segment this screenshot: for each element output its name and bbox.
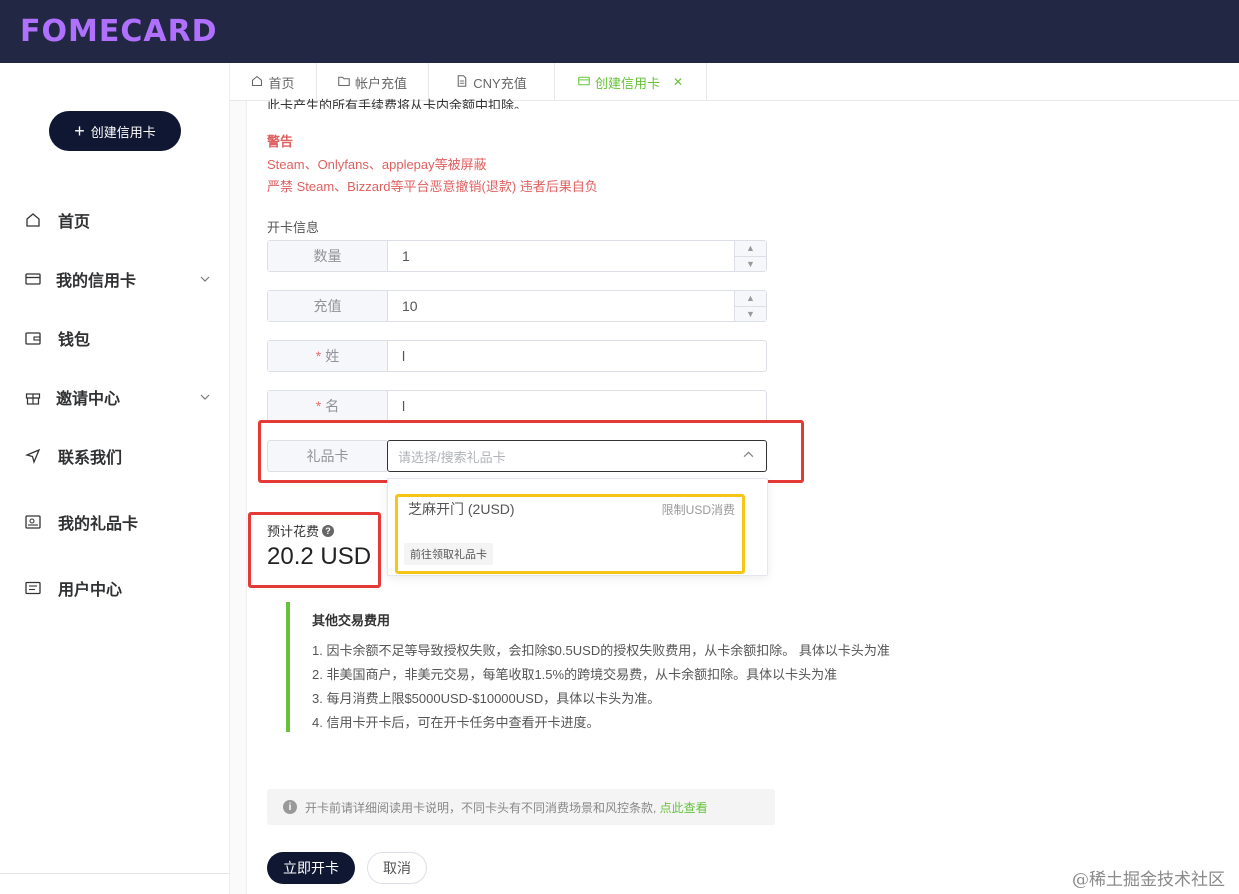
highlight-box bbox=[395, 494, 745, 574]
tab-label: 创建信用卡 bbox=[594, 75, 660, 91]
info-icon: i bbox=[283, 800, 297, 814]
field-label: * 名 bbox=[268, 391, 388, 421]
highlight-box bbox=[258, 420, 804, 483]
credit-card-icon bbox=[24, 270, 42, 288]
gift-card-icon bbox=[24, 513, 42, 531]
view-details-link[interactable]: 点此查看 bbox=[660, 801, 708, 815]
fee-title: 其他交易费用 bbox=[312, 613, 391, 628]
folder-icon bbox=[338, 75, 350, 90]
field-label: * 姓 bbox=[268, 341, 388, 371]
watermark: @稀土掘金技术社区 bbox=[1072, 870, 1225, 890]
warning-title: 警告 bbox=[267, 134, 294, 149]
recharge-stepper[interactable]: 充值 10 ▲ ▼ bbox=[267, 290, 767, 322]
fee-deduction-note: 此卡产生的所有手续费将从卡内余额中扣除。 bbox=[267, 98, 528, 109]
sidebar-item-label: 我的礼品卡 bbox=[58, 516, 139, 533]
sidebar-item-user-center[interactable]: 用户中心 bbox=[0, 568, 230, 608]
submit-button[interactable]: 立即开卡 bbox=[267, 852, 355, 884]
sidebar-item-home[interactable]: 首页 bbox=[0, 200, 230, 240]
chevron-up-icon[interactable]: ▲ bbox=[735, 291, 766, 307]
last-name-field[interactable]: * 姓 l bbox=[267, 340, 767, 372]
create-card-form: 此卡产生的所有手续费将从卡内余额中扣除。 警告 Steam、Onlyfans、a… bbox=[247, 98, 1239, 894]
stepper-controls: ▲ ▼ bbox=[734, 241, 766, 271]
chevron-down-icon[interactable]: ▼ bbox=[735, 256, 766, 271]
create-card-button[interactable]: + 创建信用卡 bbox=[49, 111, 181, 151]
first-name-input[interactable]: l bbox=[388, 391, 766, 421]
sidebar-item-label: 钱包 bbox=[58, 332, 91, 349]
chevron-down-icon bbox=[200, 391, 210, 403]
section-label: 开卡信息 bbox=[267, 220, 320, 235]
send-icon bbox=[24, 447, 42, 465]
notice-bar: i 开卡前请详细阅读用卡说明，不同卡头有不同消费场景和风控条款, 点此查看 bbox=[267, 789, 775, 825]
tab-label: CNY充值 bbox=[473, 75, 527, 91]
sidebar-item-label: 联系我们 bbox=[58, 450, 123, 467]
sidebar-item-label: 我的信用卡 bbox=[56, 273, 137, 290]
create-card-label: 创建信用卡 bbox=[90, 124, 156, 140]
cancel-button[interactable]: 取消 bbox=[367, 852, 427, 884]
card-icon bbox=[578, 75, 590, 90]
recharge-value[interactable]: 10 bbox=[388, 291, 734, 321]
first-name-field[interactable]: * 名 l bbox=[267, 390, 767, 422]
wallet-icon bbox=[24, 329, 42, 347]
sidebar-divider bbox=[0, 873, 230, 874]
fee-line: 2. 非美国商户，非美元交易，每笔收取1.5%的跨境交易费，从卡余额扣除。具体以… bbox=[312, 667, 838, 682]
gift-icon bbox=[24, 388, 42, 406]
sidebar-item-contact[interactable]: 联系我们 bbox=[0, 436, 230, 476]
chevron-up-icon[interactable]: ▲ bbox=[735, 241, 766, 257]
warning-line: Steam、Onlyfans、applepay等被屏蔽 bbox=[267, 157, 487, 172]
quantity-value[interactable]: 1 bbox=[388, 241, 734, 271]
stepper-controls: ▲ ▼ bbox=[734, 291, 766, 321]
sidebar-item-label: 邀请中心 bbox=[56, 391, 121, 408]
fee-line: 1. 因卡余额不足等导致授权失败，会扣除$0.5USD的授权失败费用，从卡余额扣… bbox=[312, 643, 890, 658]
user-card-icon bbox=[24, 579, 42, 597]
field-label: 数量 bbox=[268, 241, 388, 271]
last-name-input[interactable]: l bbox=[388, 341, 766, 371]
notice-text: 开卡前请详细阅读用卡说明，不同卡头有不同消费场景和风控条款, 点此查看 bbox=[305, 800, 708, 815]
sidebar: + 创建信用卡 首页 我的信用卡 钱包 邀请中心 联系我们 我的礼品卡 用户中心 bbox=[0, 63, 230, 894]
sidebar-item-label: 首页 bbox=[58, 214, 91, 231]
chevron-down-icon bbox=[200, 273, 210, 285]
sidebar-item-label: 用户中心 bbox=[58, 582, 123, 599]
highlight-box bbox=[248, 512, 381, 588]
home-icon bbox=[251, 75, 263, 90]
top-bar: FOMECARD bbox=[0, 0, 1239, 63]
field-label: 充值 bbox=[268, 291, 388, 321]
quantity-stepper[interactable]: 数量 1 ▲ ▼ bbox=[267, 240, 767, 272]
brand-logo: FOMECARD bbox=[20, 14, 218, 49]
sidebar-item-my-cards[interactable]: 我的信用卡 bbox=[0, 259, 230, 299]
warning-line: 严禁 Steam、Bizzard等平台恶意撤销(退款) 违者后果自负 bbox=[267, 179, 598, 194]
tab-label: 帐户充值 bbox=[354, 75, 407, 91]
fee-line: 4. 信用卡开卡后，可在开卡任务中查看开卡进度。 bbox=[312, 715, 600, 730]
chevron-down-icon[interactable]: ▼ bbox=[735, 306, 766, 321]
content-rail bbox=[230, 101, 247, 894]
document-icon bbox=[456, 74, 468, 90]
tab-label: 首页 bbox=[268, 75, 295, 91]
sidebar-item-gift-cards[interactable]: 我的礼品卡 bbox=[0, 502, 230, 542]
sidebar-item-invite[interactable]: 邀请中心 bbox=[0, 377, 230, 417]
close-icon[interactable]: ✕ bbox=[673, 75, 683, 89]
plus-icon: + bbox=[74, 121, 85, 141]
home-icon bbox=[24, 211, 42, 229]
fee-info-panel: 其他交易费用 1. 因卡余额不足等导致授权失败，会扣除$0.5USD的授权失败费… bbox=[286, 602, 946, 732]
sidebar-item-wallet[interactable]: 钱包 bbox=[0, 318, 230, 358]
fee-line: 3. 每月消费上限$5000USD-$10000USD，具体以卡头为准。 bbox=[312, 691, 661, 706]
